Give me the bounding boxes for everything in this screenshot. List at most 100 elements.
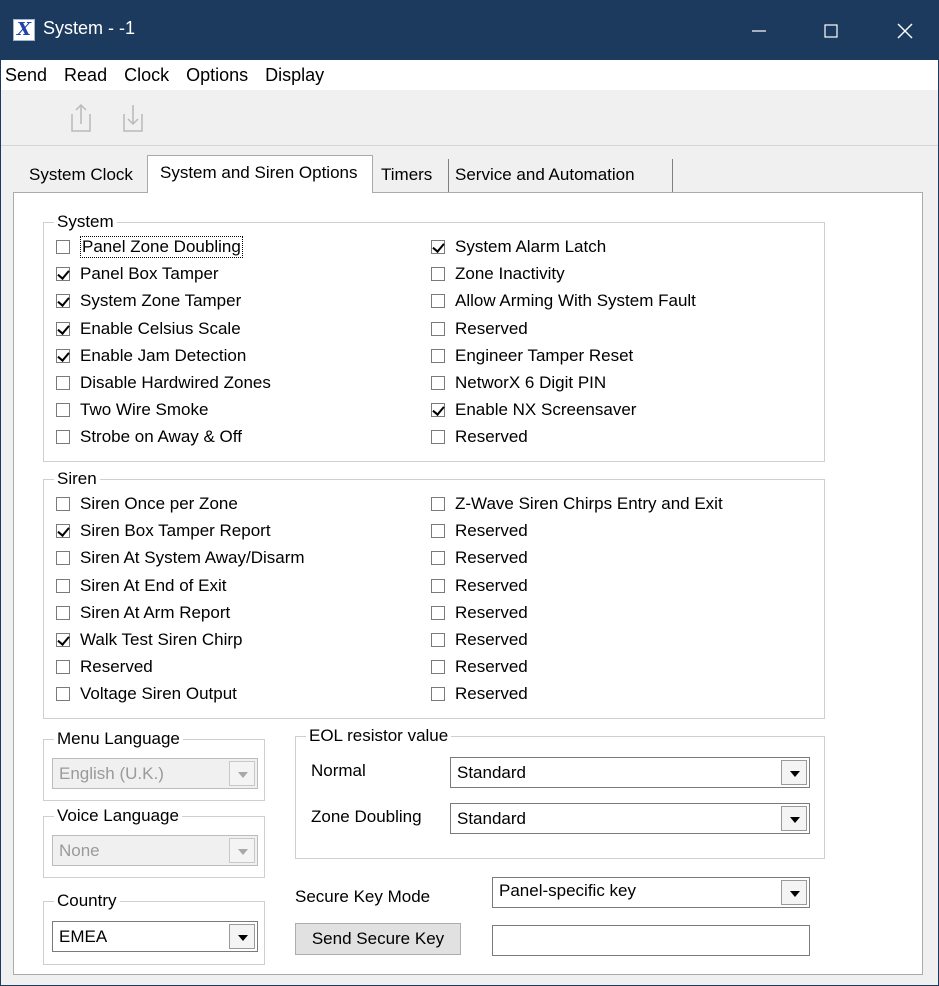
close-button[interactable] (875, 1, 935, 60)
checkbox-box[interactable] (431, 294, 445, 309)
checkbox-strobe-on-away-off[interactable]: Strobe on Away & Off (56, 426, 242, 448)
checkbox-box[interactable] (56, 497, 70, 511)
checkbox-allow-arming-with-system-fault[interactable]: Allow Arming With System Fault (431, 290, 696, 312)
checkbox-box[interactable] (56, 687, 70, 702)
checkbox-walk-test-siren-chirp[interactable]: Walk Test Siren Chirp (56, 629, 243, 651)
checkbox-box[interactable] (431, 403, 445, 418)
checkbox-label: Two Wire Smoke (80, 400, 209, 420)
checkbox-box[interactable] (56, 321, 70, 336)
menu-language-value: English (U.K.) (59, 764, 164, 783)
checkbox-box[interactable] (56, 294, 70, 309)
checkbox-box[interactable] (56, 430, 70, 445)
checkbox-box[interactable] (431, 430, 445, 445)
checkbox-box[interactable] (431, 633, 445, 647)
checkbox-siren-box-tamper-report[interactable]: Siren Box Tamper Report (56, 520, 271, 542)
checkbox-panel-box-tamper[interactable]: Panel Box Tamper (56, 263, 219, 285)
voice-language-select[interactable]: None (52, 835, 258, 866)
checkbox-box[interactable] (431, 687, 445, 702)
country-select[interactable]: EMEA (52, 921, 258, 952)
checkbox-label: System Alarm Latch (455, 237, 607, 256)
checkbox-box[interactable] (431, 376, 445, 390)
title-bar[interactable]: X System - -1 (1, 1, 938, 60)
checkbox-two-wire-smoke[interactable]: Two Wire Smoke (56, 399, 208, 421)
checkbox-box[interactable] (56, 267, 70, 282)
system-window: X System - -1 Send Read Clock Options Di… (0, 0, 939, 986)
checkbox-box[interactable] (431, 524, 445, 539)
checkbox-reserved[interactable]: Reserved (431, 520, 528, 542)
checkbox-voltage-siren-output[interactable]: Voltage Siren Output (56, 683, 237, 705)
checkbox-panel-zone-doubling[interactable]: Panel Zone Doubling (56, 236, 243, 258)
checkbox-engineer-tamper-reset[interactable]: Engineer Tamper Reset (431, 345, 633, 367)
menu-display[interactable]: Display (259, 65, 335, 86)
send-secure-key-button[interactable]: Send Secure Key (295, 923, 461, 955)
checkbox-box[interactable] (56, 524, 70, 539)
checkbox-reserved[interactable]: Reserved (431, 547, 528, 569)
checkbox-reserved[interactable]: Reserved (431, 656, 528, 678)
checkbox-box[interactable] (56, 240, 70, 254)
upload-icon[interactable] (67, 102, 95, 134)
menu-clock[interactable]: Clock (118, 65, 180, 86)
checkbox-box[interactable] (56, 551, 70, 566)
checkbox-siren-at-end-of-exit[interactable]: Siren At End of Exit (56, 575, 226, 597)
checkbox-label: Z-Wave Siren Chirps Entry and Exit (455, 494, 723, 513)
maximize-button[interactable] (801, 1, 861, 60)
menu-read[interactable]: Read (58, 65, 118, 86)
checkbox-siren-at-system-away-disarm[interactable]: Siren At System Away/Disarm (56, 547, 305, 569)
checkbox-box[interactable] (56, 403, 70, 418)
menu-send[interactable]: Send (1, 65, 58, 86)
checkbox-box[interactable] (431, 551, 445, 566)
checkbox-box[interactable] (431, 660, 445, 675)
menu-bar: Send Read Clock Options Display (1, 60, 938, 90)
checkbox-box[interactable] (431, 348, 445, 363)
checkbox-reserved[interactable]: Reserved (431, 629, 528, 651)
checkbox-box[interactable] (56, 578, 70, 593)
checkbox-enable-jam-detection[interactable]: Enable Jam Detection (56, 345, 246, 367)
checkbox-system-zone-tamper[interactable]: System Zone Tamper (56, 290, 241, 312)
checkbox-label: Panel Zone Doubling (80, 236, 243, 258)
checkbox-siren-at-arm-report[interactable]: Siren At Arm Report (56, 602, 230, 624)
checkbox-z-wave-siren-chirps-entry-and-exit[interactable]: Z-Wave Siren Chirps Entry and Exit (431, 493, 723, 515)
download-icon[interactable] (119, 102, 147, 134)
checkbox-box[interactable] (56, 633, 70, 647)
checkbox-reserved[interactable]: Reserved (431, 575, 528, 597)
minimize-button[interactable] (729, 1, 789, 60)
checkbox-box[interactable] (431, 578, 445, 593)
tab-timers[interactable]: Timers (381, 159, 449, 192)
checkbox-enable-nx-screensaver[interactable]: Enable NX Screensaver (431, 399, 636, 421)
checkbox-box[interactable] (431, 497, 445, 511)
tab-service-and-automation[interactable]: Service and Automation (455, 159, 673, 192)
checkbox-reserved[interactable]: Reserved (431, 683, 528, 705)
checkbox-box[interactable] (431, 321, 445, 336)
checkbox-reserved[interactable]: Reserved (431, 426, 528, 448)
eol-normal-select[interactable]: Standard (450, 757, 810, 788)
secure-key-mode-select[interactable]: Panel-specific key (492, 877, 810, 908)
menu-language-select[interactable]: English (U.K.) (52, 758, 258, 789)
checkbox-box[interactable] (431, 267, 445, 282)
chevron-down-icon (229, 761, 255, 786)
checkbox-box[interactable] (56, 605, 70, 620)
checkbox-zone-inactivity[interactable]: Zone Inactivity (431, 263, 565, 285)
checkbox-box[interactable] (431, 240, 445, 254)
eol-zone-doubling-select[interactable]: Standard (450, 803, 810, 834)
checkbox-networx-6-digit-pin[interactable]: NetworX 6 Digit PIN (431, 372, 606, 394)
checkbox-box[interactable] (56, 348, 70, 363)
checkbox-label: Allow Arming With System Fault (455, 291, 696, 311)
tab-system-clock[interactable]: System Clock (29, 159, 133, 192)
tab-system-and-siren-options[interactable]: System and Siren Options (147, 155, 373, 193)
checkbox-reserved[interactable]: Reserved (431, 318, 528, 340)
checkbox-box[interactable] (431, 605, 445, 620)
checkbox-reserved[interactable]: Reserved (431, 602, 528, 624)
checkbox-label: Reserved (455, 548, 528, 568)
checkbox-box[interactable] (56, 660, 70, 675)
checkbox-siren-once-per-zone[interactable]: Siren Once per Zone (56, 493, 238, 515)
menu-options[interactable]: Options (180, 65, 259, 86)
checkbox-enable-celsius-scale[interactable]: Enable Celsius Scale (56, 318, 241, 340)
checkbox-box[interactable] (56, 376, 70, 390)
secure-key-field[interactable] (492, 925, 810, 956)
checkbox-label: Strobe on Away & Off (80, 427, 242, 447)
checkbox-disable-hardwired-zones[interactable]: Disable Hardwired Zones (56, 372, 271, 394)
checkbox-system-alarm-latch[interactable]: System Alarm Latch (431, 236, 606, 258)
checkbox-reserved[interactable]: Reserved (56, 656, 153, 678)
close-icon (897, 23, 913, 38)
chevron-down-icon (781, 880, 807, 905)
